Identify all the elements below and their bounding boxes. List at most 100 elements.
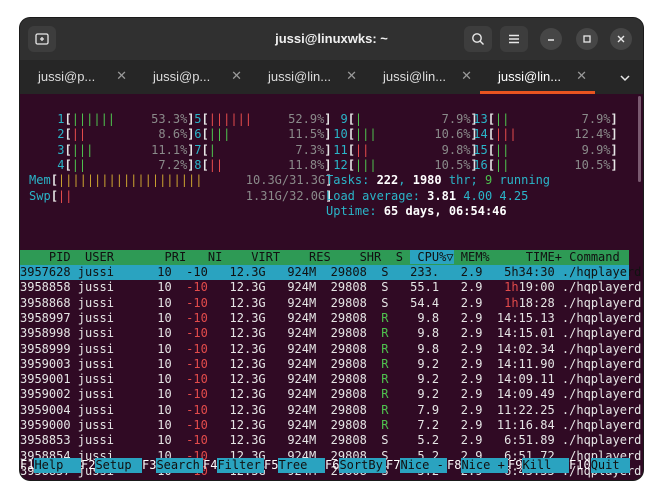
tab-4[interactable]: jussi@lin... ✕	[365, 60, 480, 94]
fkey-f7[interactable]: F7Nice -	[386, 458, 447, 474]
table-row-cells: 3958998 jussi 10 -10 12.3G 924M 29808 R …	[20, 326, 641, 341]
meter-fill	[230, 127, 288, 141]
col-header-s[interactable]: S	[388, 250, 410, 264]
cell-cpu: 9.8	[395, 341, 447, 356]
fkey-f8[interactable]: F8Nice +	[447, 458, 508, 474]
fkey-key: F7	[386, 458, 401, 472]
col-header-mem[interactable]: MEM%	[454, 250, 497, 264]
col-header-time[interactable]: TIME+	[497, 250, 569, 264]
table-row[interactable]: 3958997 jussi 10 -10 12.3G 924M 29808 R …	[20, 310, 641, 326]
table-row[interactable]: 3958868 jussi 10 -10 12.3G 924M 29808 S …	[20, 295, 641, 311]
cell-res: 924M	[272, 295, 324, 310]
cell-mem: 2.9	[446, 310, 490, 325]
fkey-f4[interactable]: F4Filter	[203, 458, 264, 474]
cpu-meter-5: 5[|||||| 52.9%]	[187, 112, 331, 127]
tab-2[interactable]: jussi@p... ✕	[135, 60, 250, 94]
fkey-key: F5	[264, 458, 279, 472]
cell-command: ./hqplayerd	[561, 433, 642, 448]
table-row[interactable]: 3958853 jussi 10 -10 12.3G 924M 29808 S …	[20, 433, 641, 448]
meter-bracket: [	[487, 157, 495, 172]
menu-button[interactable]	[500, 26, 528, 52]
col-header-command[interactable]: Command	[569, 250, 620, 264]
meter-bracket: [	[347, 157, 355, 172]
fkey-f2[interactable]: F2Setup	[81, 458, 142, 474]
cell-command: ./hqplayerd	[561, 341, 642, 356]
fkey-f5[interactable]: F5Tree	[264, 458, 325, 474]
title-bar: jussi@linuxwks: ~	[20, 18, 643, 60]
fkey-f1[interactable]: F1Help	[20, 458, 81, 474]
terminal-content[interactable]: 1[|||||| 53.3%] 2[|| 8.6%] 3[||| 11.1%] …	[20, 94, 643, 480]
cpu-meter-bar: ||	[71, 127, 87, 142]
scrollbar[interactable]	[638, 96, 641, 182]
table-row-cells: 3957628 jussi 10 -10 12.3G 924M 29808 S …	[20, 265, 641, 280]
table-row[interactable]: 3957628 jussi 10 -10 12.3G 924M 29808 S …	[20, 265, 641, 281]
col-header-cpu[interactable]: CPU%▽	[410, 249, 454, 264]
col-header-user[interactable]: USER	[85, 250, 157, 264]
cell-command: ./hqplayerd	[561, 326, 642, 341]
fkey-key: F10	[569, 458, 591, 472]
col-header-pid[interactable]: PID	[20, 250, 85, 264]
tab-overflow-button[interactable]	[619, 69, 631, 88]
tab-1[interactable]: jussi@p... ✕	[20, 60, 135, 94]
cpu-meter-id: 11	[326, 142, 348, 157]
search-button[interactable]	[464, 26, 492, 52]
tab-3[interactable]: jussi@lin... ✕	[250, 60, 365, 94]
cpu-meter-bar: ||	[494, 142, 510, 157]
cell-shr: 29808	[323, 356, 375, 371]
cell-time: 14:15.01	[489, 326, 562, 341]
cpu-meter-bar: |	[208, 142, 216, 157]
cpu-meter-bar: |||	[354, 157, 377, 172]
col-header-ni[interactable]: NI	[193, 250, 229, 264]
cell-time: 11:22.25	[489, 402, 562, 417]
fkey-label: Quit	[590, 458, 631, 474]
col-header-res[interactable]: RES	[287, 250, 338, 264]
table-row[interactable]: 3958858 jussi 10 -10 12.3G 924M 29808 S …	[20, 280, 641, 295]
tab-close-icon[interactable]: ✕	[576, 68, 587, 84]
table-row[interactable]: 3959000 jussi 10 -10 12.3G 924M 29808 R …	[20, 418, 641, 433]
table-row[interactable]: 3958999 jussi 10 -10 12.3G 924M 29808 R …	[20, 341, 641, 357]
load-15: 4.25	[492, 188, 529, 203]
cell-state: R	[374, 372, 396, 387]
col-header-shr[interactable]: SHR	[338, 250, 389, 264]
meter-bracket: [	[50, 188, 58, 203]
cell-pri: 10	[142, 295, 179, 310]
swap-meter-bar: ||	[57, 188, 73, 203]
fkey-key: F8	[447, 458, 462, 472]
cpu-meter-bar: ||	[354, 142, 370, 157]
col-header-pri[interactable]: PRI	[157, 250, 193, 264]
cell-virt: 12.3G	[215, 433, 273, 448]
maximize-button[interactable]	[576, 28, 598, 50]
fkey-f9[interactable]: F9Kill	[508, 458, 569, 474]
cell-ni: -10	[178, 418, 216, 432]
col-header-virt[interactable]: VIRT	[230, 250, 288, 264]
fkey-f6[interactable]: F6SortBy	[325, 458, 386, 474]
cpu-meter-10: 10[||| 10.6%]	[326, 127, 478, 142]
cell-shr: 29808	[323, 402, 375, 417]
table-row[interactable]: 3959004 jussi 10 -10 12.3G 924M 29808 R …	[20, 402, 641, 418]
cell-shr: 29808	[323, 295, 375, 310]
minimize-button[interactable]	[540, 28, 562, 50]
table-header: PID USER PRI NI VIRT RES SHR S CPU%▽ MEM…	[20, 249, 629, 265]
tab-close-icon[interactable]: ✕	[116, 68, 127, 84]
table-row[interactable]: 3959001 jussi 10 -10 12.3G 924M 29808 R …	[20, 372, 641, 387]
cell-pid: 3957628	[20, 265, 78, 279]
table-row[interactable]: 3959002 jussi 10 -10 12.3G 924M 29808 R …	[20, 387, 641, 402]
tab-close-icon[interactable]: ✕	[346, 68, 357, 84]
cell-state: S	[374, 433, 396, 448]
threads-label: thr;	[441, 173, 485, 188]
cell-state: R	[374, 310, 396, 325]
table-row[interactable]: 3958998 jussi 10 -10 12.3G 924M 29808 R …	[20, 326, 641, 341]
table-row[interactable]: 3959003 jussi 10 -10 12.3G 924M 29808 R …	[20, 356, 641, 372]
fkey-key: F9	[508, 458, 523, 472]
meter-fill	[252, 112, 288, 126]
tab-close-icon[interactable]: ✕	[461, 68, 472, 84]
meter-fill	[216, 143, 295, 157]
cell-virt: 12.3G	[215, 280, 273, 295]
fkey-f10[interactable]: F10Quit	[569, 458, 631, 474]
close-button[interactable]	[610, 28, 632, 50]
cpu-meter-pct: 7.2%	[158, 157, 188, 172]
fkey-f3[interactable]: F3Search	[142, 458, 203, 474]
tab-close-icon[interactable]: ✕	[231, 68, 242, 84]
tab-5-active[interactable]: jussi@lin... ✕	[480, 60, 595, 94]
table-row-cells: 3959002 jussi 10 -10 12.3G 924M 29808 R …	[20, 387, 641, 402]
